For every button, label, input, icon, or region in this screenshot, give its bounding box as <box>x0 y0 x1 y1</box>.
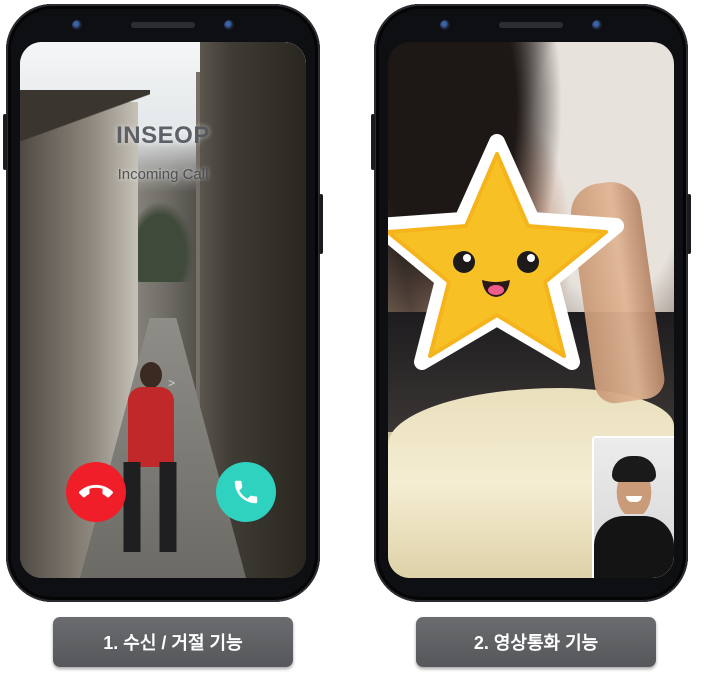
phone-mockup-video-call <box>371 4 691 602</box>
caller-name: INSEOP <box>116 122 210 149</box>
accept-call-button[interactable] <box>216 462 276 522</box>
front-camera-icon <box>224 20 234 30</box>
star-face-sticker-icon[interactable] <box>388 134 626 374</box>
phone-mockup-incoming-call: INSEOP Incoming Call > <box>3 4 323 602</box>
decline-call-button[interactable] <box>66 462 126 522</box>
call-status: Incoming Call <box>117 166 209 183</box>
self-view-hair <box>612 456 656 482</box>
power-button <box>687 194 691 254</box>
earpiece-speaker <box>499 22 563 28</box>
volume-button <box>371 114 375 170</box>
caller-photo-body <box>128 387 174 467</box>
earpiece-speaker <box>131 22 195 28</box>
swipe-hint-icon: > <box>168 376 176 390</box>
self-view-body <box>594 516 674 578</box>
incoming-call-screen: INSEOP Incoming Call > <box>20 42 306 578</box>
caption-video-call: 2. 영상통화 기능 <box>416 617 656 667</box>
volume-button <box>3 114 7 170</box>
sensor-icon <box>440 20 450 30</box>
video-call-screen <box>388 42 674 578</box>
front-camera-icon <box>592 20 602 30</box>
sensor-icon <box>72 20 82 30</box>
power-button <box>319 194 323 254</box>
phone-hangup-icon <box>79 484 113 498</box>
phone-icon <box>234 480 258 504</box>
caller-photo-head <box>140 362 162 388</box>
caller-photo-legs <box>120 462 180 552</box>
self-view-thumbnail[interactable] <box>594 438 674 578</box>
caption-incoming-call: 1. 수신 / 거절 기능 <box>53 617 293 667</box>
